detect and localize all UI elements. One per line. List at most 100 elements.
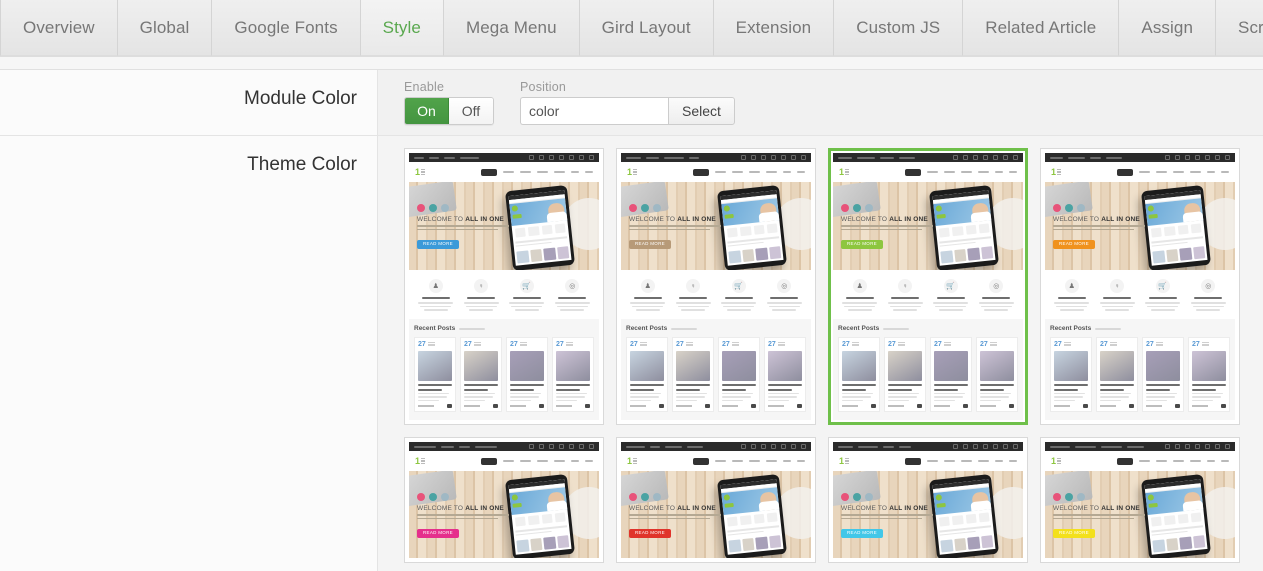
- tab-related-article[interactable]: Related Article: [963, 0, 1119, 56]
- social-icon[interactable]: [841, 204, 849, 212]
- nav-item[interactable]: [978, 171, 989, 173]
- nav-active-pill[interactable]: [1117, 169, 1133, 176]
- post-card[interactable]: 27: [718, 337, 760, 413]
- nav-item[interactable]: [749, 460, 760, 462]
- hero-read-more-button[interactable]: READ MORE: [1053, 529, 1095, 538]
- nav-item[interactable]: [1009, 460, 1017, 462]
- nav-item[interactable]: [585, 460, 593, 462]
- nav-item[interactable]: [783, 171, 791, 173]
- post-card[interactable]: 27: [626, 337, 668, 413]
- tab-global[interactable]: Global: [118, 0, 213, 56]
- tab-google-fonts[interactable]: Google Fonts: [212, 0, 360, 56]
- theme-thumbnail-theme-1[interactable]: 1 WELCOME TO ALL IN ONE READ MORE ♟ ♀ 🛒 ◎ Recen…: [404, 148, 604, 425]
- social-icon[interactable]: [641, 204, 649, 212]
- theme-thumbnail-theme-2[interactable]: 1 WELCOME TO ALL IN ONE READ MORE ♟ ♀ 🛒 ◎ Recen…: [616, 148, 816, 425]
- post-card[interactable]: 27: [552, 337, 594, 413]
- nav-item[interactable]: [715, 460, 726, 462]
- tab-style[interactable]: Style: [361, 0, 444, 56]
- post-card[interactable]: 27: [414, 337, 456, 413]
- nav-item[interactable]: [961, 460, 972, 462]
- nav-item[interactable]: [927, 460, 938, 462]
- nav-item[interactable]: [995, 460, 1003, 462]
- nav-item[interactable]: [571, 460, 579, 462]
- hero-read-more-button[interactable]: READ MORE: [417, 529, 459, 538]
- post-card[interactable]: 27: [1142, 337, 1184, 413]
- hero-read-more-button[interactable]: READ MORE: [841, 240, 883, 249]
- read-more-link[interactable]: [676, 405, 692, 407]
- nav-item[interactable]: [961, 171, 972, 173]
- nav-active-pill[interactable]: [693, 169, 709, 176]
- read-more-link[interactable]: [630, 405, 646, 407]
- nav-active-pill[interactable]: [693, 458, 709, 465]
- tab-overview[interactable]: Overview: [0, 0, 118, 56]
- nav-item[interactable]: [571, 171, 579, 173]
- read-more-link[interactable]: [556, 405, 572, 407]
- nav-item[interactable]: [766, 171, 777, 173]
- nav-item[interactable]: [537, 460, 548, 462]
- read-more-link[interactable]: [934, 405, 950, 407]
- social-icon[interactable]: [629, 204, 637, 212]
- nav-item[interactable]: [1221, 171, 1229, 173]
- nav-active-pill[interactable]: [905, 169, 921, 176]
- nav-item[interactable]: [944, 460, 955, 462]
- nav-item[interactable]: [927, 171, 938, 173]
- tab-extension[interactable]: Extension: [714, 0, 835, 56]
- nav-item[interactable]: [1139, 460, 1150, 462]
- post-card[interactable]: 27: [672, 337, 714, 413]
- tab-scrolling-effect[interactable]: Scrolling Effect: [1216, 0, 1263, 56]
- social-icon[interactable]: [653, 493, 661, 501]
- nav-item[interactable]: [520, 171, 531, 173]
- social-icon[interactable]: [1065, 493, 1073, 501]
- nav-item[interactable]: [766, 460, 777, 462]
- nav-item[interactable]: [732, 171, 743, 173]
- read-more-link[interactable]: [722, 405, 738, 407]
- post-card[interactable]: 27: [506, 337, 548, 413]
- position-select-button[interactable]: Select: [668, 97, 735, 125]
- nav-item[interactable]: [1190, 460, 1201, 462]
- read-more-link[interactable]: [1146, 405, 1162, 407]
- nav-item[interactable]: [783, 460, 791, 462]
- nav-active-pill[interactable]: [1117, 458, 1133, 465]
- nav-item[interactable]: [1221, 460, 1229, 462]
- nav-item[interactable]: [1009, 171, 1017, 173]
- nav-item[interactable]: [520, 460, 531, 462]
- nav-item[interactable]: [1207, 171, 1215, 173]
- social-icon[interactable]: [841, 493, 849, 501]
- social-icon[interactable]: [441, 493, 449, 501]
- read-more-link[interactable]: [980, 405, 996, 407]
- read-more-link[interactable]: [1100, 405, 1116, 407]
- tab-assign[interactable]: Assign: [1119, 0, 1216, 56]
- hero-read-more-button[interactable]: READ MORE: [417, 240, 459, 249]
- nav-active-pill[interactable]: [481, 458, 497, 465]
- hero-read-more-button[interactable]: READ MORE: [629, 240, 671, 249]
- nav-item[interactable]: [978, 460, 989, 462]
- hero-read-more-button[interactable]: READ MORE: [841, 529, 883, 538]
- theme-thumbnail-theme-7[interactable]: 1 WELCOME TO ALL IN ONE READ MORE: [828, 437, 1028, 563]
- social-icon[interactable]: [641, 493, 649, 501]
- nav-item[interactable]: [1139, 171, 1150, 173]
- enable-toggle-on[interactable]: On: [405, 98, 449, 124]
- nav-item[interactable]: [715, 171, 726, 173]
- social-icon[interactable]: [1077, 204, 1085, 212]
- nav-item[interactable]: [585, 171, 593, 173]
- nav-item[interactable]: [554, 171, 565, 173]
- read-more-link[interactable]: [768, 405, 784, 407]
- social-icon[interactable]: [853, 204, 861, 212]
- nav-active-pill[interactable]: [481, 169, 497, 176]
- nav-item[interactable]: [1207, 460, 1215, 462]
- social-icon[interactable]: [1077, 493, 1085, 501]
- nav-item[interactable]: [554, 460, 565, 462]
- nav-item[interactable]: [797, 171, 805, 173]
- theme-thumbnail-theme-8[interactable]: 1 WELCOME TO ALL IN ONE READ MORE: [1040, 437, 1240, 563]
- nav-item[interactable]: [944, 171, 955, 173]
- social-icon[interactable]: [429, 204, 437, 212]
- tab-custom-js[interactable]: Custom JS: [834, 0, 963, 56]
- social-icon[interactable]: [1053, 493, 1061, 501]
- nav-active-pill[interactable]: [905, 458, 921, 465]
- tab-gird-layout[interactable]: Gird Layout: [580, 0, 714, 56]
- social-icon[interactable]: [865, 204, 873, 212]
- social-icon[interactable]: [417, 204, 425, 212]
- read-more-link[interactable]: [510, 405, 526, 407]
- hero-read-more-button[interactable]: READ MORE: [629, 529, 671, 538]
- read-more-link[interactable]: [1192, 405, 1208, 407]
